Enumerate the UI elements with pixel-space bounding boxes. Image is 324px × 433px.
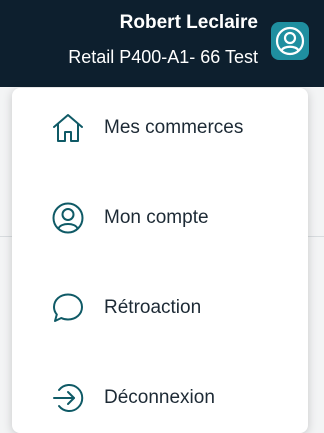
- menu-item-mon-compte[interactable]: Mon compte: [12, 188, 308, 248]
- menu-item-label: Rétroaction: [104, 297, 202, 318]
- menu-item-label: Mes commerces: [104, 117, 244, 138]
- menu-item-mes-commerces[interactable]: Mes commerces: [12, 98, 308, 158]
- store-name: Retail P400-A1- 66 Test: [68, 47, 258, 67]
- account-dropdown-menu: Mes commerces Mon compte Rétroaction Déc…: [12, 88, 308, 433]
- chat-bubble-icon: [50, 290, 86, 326]
- menu-item-label: Déconnexion: [104, 387, 215, 408]
- user-name: Robert Leclaire: [119, 12, 258, 33]
- menu-item-retroaction[interactable]: Rétroaction: [12, 278, 308, 338]
- menu-item-deconnexion[interactable]: Déconnexion: [12, 368, 308, 428]
- account-menu-button[interactable]: [271, 22, 309, 60]
- home-icon: [50, 110, 86, 146]
- user-circle-icon: [275, 26, 305, 56]
- logout-icon: [50, 380, 86, 416]
- menu-item-label: Mon compte: [104, 207, 209, 228]
- user-circle-icon: [50, 200, 86, 236]
- top-header: Robert Leclaire Retail P400-A1- 66 Test: [0, 0, 324, 87]
